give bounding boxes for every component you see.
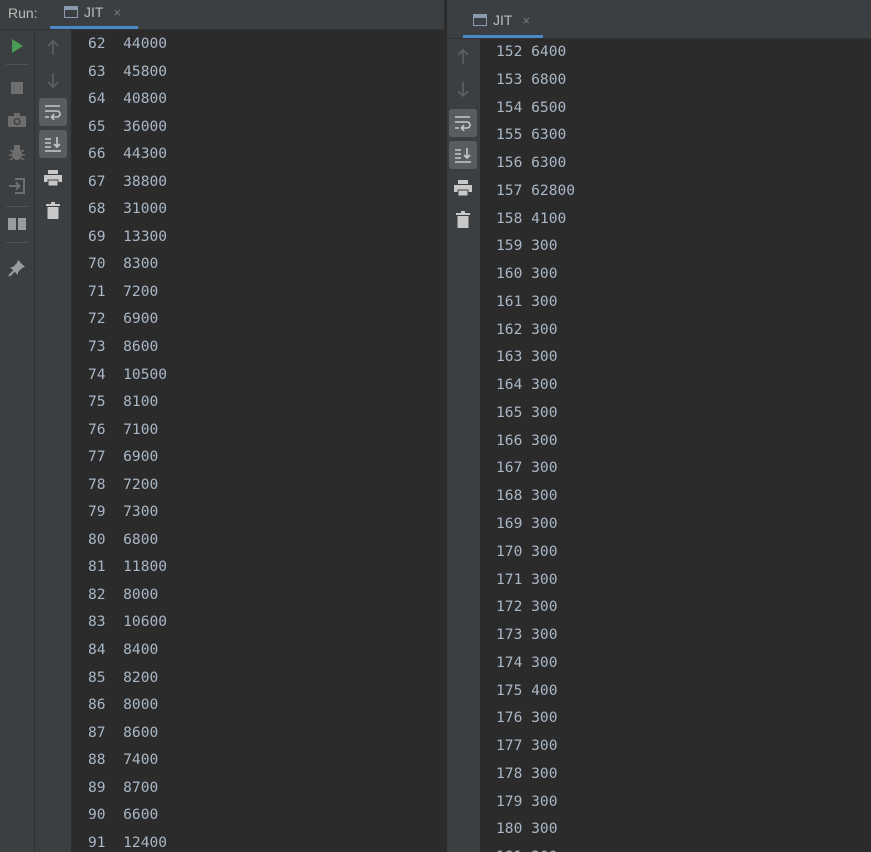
run-tab-bar: : JIT × bbox=[447, 0, 871, 39]
layout-icon[interactable] bbox=[7, 216, 27, 232]
console-line: 180 300 bbox=[496, 820, 558, 838]
scroll-to-end-icon[interactable] bbox=[39, 130, 67, 158]
console-line: 82 8000 bbox=[88, 585, 159, 603]
console-line: 162 300 bbox=[496, 320, 558, 338]
console-line: 88 7400 bbox=[88, 751, 159, 769]
run-toolbar bbox=[0, 30, 35, 852]
console-line: 174 300 bbox=[496, 653, 558, 671]
console-line: 91 12400 bbox=[88, 833, 168, 851]
close-icon[interactable]: × bbox=[522, 13, 530, 28]
console-line: 153 6800 bbox=[496, 70, 567, 88]
arrow-down-icon[interactable] bbox=[43, 70, 63, 90]
console-line: 79 7300 bbox=[88, 503, 159, 521]
active-tab-indicator bbox=[463, 35, 543, 38]
right-run-panel: : JIT × 152 6400 153 6800 154 6500 155 6300… bbox=[447, 0, 871, 852]
print-icon[interactable] bbox=[43, 168, 63, 188]
console-line: 178 300 bbox=[496, 764, 558, 782]
console-line: 161 300 bbox=[496, 292, 558, 310]
console-line: 166 300 bbox=[496, 431, 558, 449]
console-line: 78 7200 bbox=[88, 475, 159, 493]
console-line: 65 36000 bbox=[88, 117, 168, 135]
console-line: 84 8400 bbox=[88, 641, 159, 659]
console-line: 154 6500 bbox=[496, 98, 567, 116]
console-line: 167 300 bbox=[496, 459, 558, 477]
arrow-down-icon[interactable] bbox=[453, 79, 473, 99]
console-line: 157 62800 bbox=[496, 181, 576, 199]
print-icon[interactable] bbox=[453, 178, 473, 198]
console-line: 86 8000 bbox=[88, 696, 159, 714]
pin-icon[interactable] bbox=[7, 258, 27, 278]
console-output[interactable]: 62 44000 63 45800 64 40800 65 36000 66 44300… bbox=[88, 34, 444, 852]
console-line: 80 6800 bbox=[88, 530, 159, 548]
console-output[interactable]: 152 6400 153 6800 154 6500 155 6300 156 6300… bbox=[496, 42, 871, 852]
console-line: 75 8100 bbox=[88, 393, 159, 411]
console-line: 77 6900 bbox=[88, 448, 159, 466]
console-line: 74 10500 bbox=[88, 365, 168, 383]
console-line: 173 300 bbox=[496, 626, 558, 644]
exit-icon[interactable] bbox=[7, 176, 27, 196]
console-window-icon bbox=[64, 6, 78, 18]
console-line: 176 300 bbox=[496, 709, 558, 727]
console-line: 159 300 bbox=[496, 237, 558, 255]
console-line: 89 8700 bbox=[88, 778, 159, 796]
console-line: 163 300 bbox=[496, 348, 558, 366]
console-line: 170 300 bbox=[496, 542, 558, 560]
console-line: 177 300 bbox=[496, 737, 558, 755]
console-line: 179 300 bbox=[496, 792, 558, 810]
scroll-to-end-icon[interactable] bbox=[449, 141, 477, 169]
console-line: 73 8600 bbox=[88, 338, 159, 356]
console-window-icon bbox=[473, 14, 487, 26]
console-line: 85 8200 bbox=[88, 668, 159, 686]
console-line: 63 45800 bbox=[88, 62, 168, 80]
console-line: 155 6300 bbox=[496, 126, 567, 144]
close-icon[interactable]: × bbox=[113, 5, 121, 20]
console-toolbar bbox=[35, 30, 71, 852]
console-line: 66 44300 bbox=[88, 145, 168, 163]
console-line: 68 31000 bbox=[88, 200, 168, 218]
soft-wrap-icon[interactable] bbox=[39, 98, 67, 126]
console-line: 168 300 bbox=[496, 487, 558, 505]
console-line: 164 300 bbox=[496, 376, 558, 394]
arrow-up-icon[interactable] bbox=[43, 38, 63, 58]
run-label: Run: bbox=[8, 5, 38, 21]
tab-label: JIT bbox=[493, 12, 513, 28]
console-line: 152 6400 bbox=[496, 43, 567, 60]
console-line: 83 10600 bbox=[88, 613, 168, 631]
active-tab-indicator bbox=[50, 26, 138, 29]
console-line: 67 38800 bbox=[88, 172, 168, 190]
console-line: 62 44000 bbox=[88, 35, 168, 52]
trash-icon[interactable] bbox=[453, 209, 473, 229]
console-line: 64 40800 bbox=[88, 90, 168, 108]
tab-jit[interactable]: JIT × bbox=[473, 12, 530, 28]
run-icon[interactable] bbox=[9, 38, 25, 54]
console-toolbar bbox=[447, 39, 480, 852]
left-run-panel: Run: JIT × 62 44000 63 45800 64 40800 65… bbox=[0, 0, 444, 852]
console-line: 69 13300 bbox=[88, 227, 168, 245]
console-line: 169 300 bbox=[496, 515, 558, 533]
console-line: 158 4100 bbox=[496, 209, 567, 227]
run-tab-bar: Run: JIT × bbox=[0, 0, 444, 30]
console-line: 71 7200 bbox=[88, 282, 159, 300]
console-line: 181 300 bbox=[496, 847, 871, 852]
tab-jit[interactable]: JIT × bbox=[64, 4, 121, 20]
console-line: 165 300 bbox=[496, 403, 558, 421]
console-line: 70 8300 bbox=[88, 255, 159, 273]
console-line: 156 6300 bbox=[496, 154, 567, 172]
console-line: 81 11800 bbox=[88, 558, 168, 576]
console-line: 87 8600 bbox=[88, 723, 159, 741]
console-line: 160 300 bbox=[496, 265, 558, 283]
trash-icon[interactable] bbox=[43, 200, 63, 220]
console-line: 172 300 bbox=[496, 598, 558, 616]
camera-icon[interactable] bbox=[7, 111, 27, 129]
tab-label: JIT bbox=[84, 4, 104, 20]
arrow-up-icon[interactable] bbox=[453, 47, 473, 67]
console-line: 72 6900 bbox=[88, 310, 159, 328]
console-line: 171 300 bbox=[496, 570, 558, 588]
stop-icon[interactable] bbox=[9, 80, 25, 96]
console-line: 90 6600 bbox=[88, 806, 159, 824]
console-line: 76 7100 bbox=[88, 420, 159, 438]
bug-icon[interactable] bbox=[7, 143, 27, 163]
console-line: 175 400 bbox=[496, 681, 558, 699]
soft-wrap-icon[interactable] bbox=[449, 109, 477, 137]
